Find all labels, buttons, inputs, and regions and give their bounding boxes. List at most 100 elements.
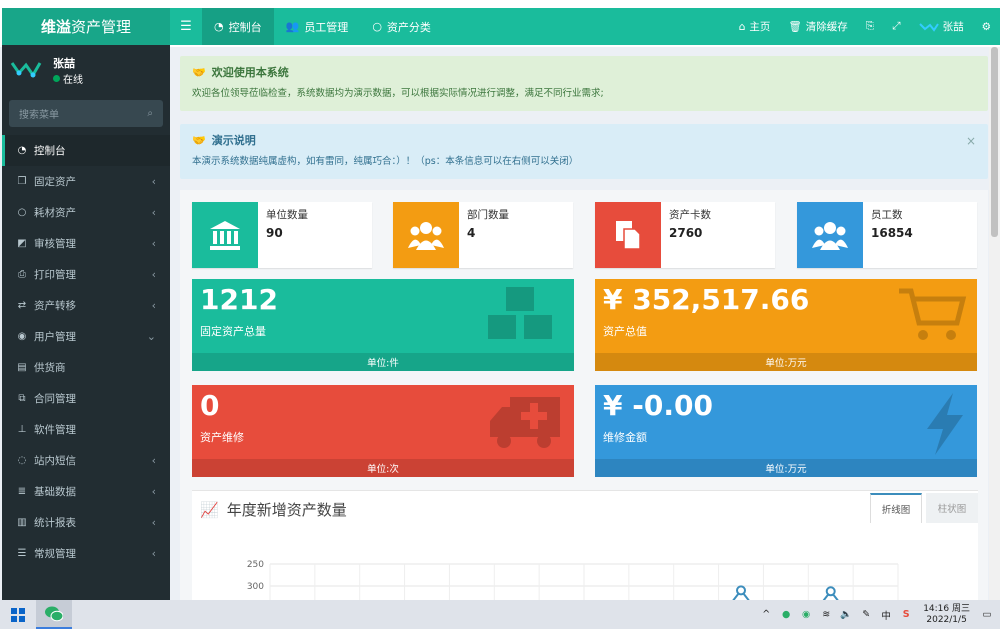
info-value: 4 — [467, 226, 476, 240]
pen-icon[interactable]: ✎ — [859, 609, 873, 620]
asset-card-box: 资产卡数 2760 — [595, 202, 775, 268]
notification-icon[interactable]: ▭ — [980, 609, 994, 620]
handshake-icon: 🤝 — [192, 65, 206, 79]
sidebar-item[interactable]: ⎙ 打印管理 ‹ — [2, 259, 170, 290]
tab-employees[interactable]: 👥 员工管理 — [274, 8, 361, 45]
chevron-icon: ‹ — [151, 454, 156, 467]
info-label: 资产卡数 — [669, 209, 711, 221]
tab-line-chart[interactable]: 折线图 — [870, 493, 922, 523]
ime-indicator[interactable]: 中 — [879, 608, 893, 622]
clock-time: 14:16 周三 — [923, 603, 970, 614]
sidebar-item[interactable]: ≣ 基础数据 ‹ — [2, 476, 170, 507]
trash-icon: 🗑 — [788, 21, 802, 33]
chevron-icon: ‹ — [151, 299, 156, 312]
circle-icon: ○ — [17, 207, 27, 218]
stat-footer: 单位:万元 — [595, 459, 977, 477]
sidebar-item[interactable]: ▤ 供货商 — [2, 352, 170, 383]
chevron-icon: ⌄ — [146, 330, 156, 343]
stat-value: 1212 — [200, 283, 278, 316]
online-status: 在线 — [53, 71, 83, 86]
windows-start-icon[interactable] — [0, 600, 36, 629]
sidebar-item[interactable]: ❒ 固定资产 ‹ — [2, 166, 170, 197]
home-link[interactable]: ⌂ 主页 — [730, 19, 780, 34]
fullscreen-icon[interactable]: ⤢ — [883, 20, 909, 33]
data-point[interactable] — [736, 585, 746, 596]
home-icon: ⌂ — [738, 20, 746, 33]
sidebar-item-label: 供货商 — [34, 362, 66, 374]
chevron-icon: ‹ — [151, 547, 156, 560]
app-brand[interactable]: 维溢 资产管理 — [2, 8, 170, 45]
asset-repair-box[interactable]: 0 资产维修 单位:次 — [192, 385, 574, 477]
stat-value: ¥ -0.00 — [603, 389, 713, 422]
annual-asset-chart: 📈 年度新增资产数量 折线图 柱状图 300 250 — [192, 490, 978, 601]
stat-footer: 单位:万元 — [595, 353, 977, 371]
sidebar-menu: ◔ 控制台 ❒ 固定资产 ‹ ○ 耗材资产 ‹ ◩ 审核管理 ‹ ⎙ 打印管理 ‹ ⇄ 资产转移 ‹ ◉ 用户管理 ⌄… — [2, 135, 170, 569]
briefcase-icon: ▤ — [17, 362, 27, 373]
chevron-icon: ‹ — [151, 206, 156, 219]
close-icon[interactable]: × — [966, 134, 976, 148]
tab-asset-category[interactable]: ○ 资产分类 — [360, 8, 443, 45]
fixed-asset-total-box[interactable]: 1212 固定资产总量 单位:件 — [192, 279, 574, 371]
menu-search-input[interactable]: 搜索菜单 ⌕ — [9, 100, 163, 127]
app-tray-icon[interactable]: ● — [779, 609, 793, 620]
stat-label: 维修金额 — [603, 431, 647, 444]
sidebar-item-label: 控制台 — [34, 145, 66, 157]
tab-dashboard[interactable]: ◔ 控制台 — [202, 8, 274, 45]
wifi-icon[interactable]: ≋ — [819, 609, 833, 620]
sidebar-item[interactable]: ⧉ 合同管理 — [2, 383, 170, 414]
y-tick-label: 250 — [247, 560, 264, 570]
sidebar-item[interactable]: ◌ 站内短信 ‹ — [2, 445, 170, 476]
sidebar-item[interactable]: ⇄ 资产转移 ‹ — [2, 290, 170, 321]
sidebar-item-label: 用户管理 — [34, 331, 76, 343]
user-menu[interactable]: 张喆 — [910, 19, 973, 34]
users-icon — [797, 202, 863, 268]
volume-icon[interactable]: 🔈 — [839, 609, 853, 620]
handshake-icon: 🤝 — [192, 133, 206, 147]
chevron-icon: ‹ — [151, 175, 156, 188]
tab-bar-chart[interactable]: 柱状图 — [926, 493, 978, 523]
clock[interactable]: 14:16 周三 2022/1/5 — [919, 604, 974, 626]
scrollbar-thumb[interactable] — [991, 47, 998, 237]
stat-footer: 单位:次 — [192, 459, 574, 477]
settings-gear-icon[interactable]: ⚙ — [973, 21, 1000, 33]
user-icon: ◉ — [17, 331, 27, 342]
wechat-tray-icon[interactable]: ◉ — [799, 609, 813, 620]
asset-value-box[interactable]: ¥ 352,517.66 资产总值 单位:万元 — [595, 279, 977, 371]
dashboard-icon: ◔ — [214, 20, 224, 33]
sidebar-item[interactable]: ⊥ 软件管理 — [2, 414, 170, 445]
stat-label: 固定资产总量 — [200, 325, 266, 338]
chart-title: 📈 年度新增资产数量 — [200, 499, 347, 520]
stat-footer: 单位:件 — [192, 353, 574, 371]
repair-amount-box[interactable]: ¥ -0.00 维修金额 单位:万元 — [595, 385, 977, 477]
sidebar-item[interactable]: ◔ 控制台 — [2, 135, 170, 166]
sitemap-icon: ⊥ — [17, 424, 27, 435]
users-icon — [393, 202, 459, 268]
chevron-up-icon[interactable]: ^ — [759, 609, 773, 620]
sidebar-item[interactable]: ◩ 审核管理 ‹ — [2, 228, 170, 259]
search-placeholder: 搜索菜单 — [19, 110, 59, 121]
sidebar-item-label: 审核管理 — [34, 238, 76, 250]
line-chart: 300 250 — [247, 560, 899, 601]
sidebar-item[interactable]: ◉ 用户管理 ⌄ — [2, 321, 170, 352]
sogou-icon[interactable]: S — [899, 609, 913, 620]
ambulance-icon — [490, 397, 560, 448]
stat-label: 资产总值 — [603, 325, 647, 338]
translate-icon[interactable]: ⎘ — [857, 20, 883, 33]
avatar — [10, 62, 42, 78]
page-scrollbar[interactable] — [989, 47, 1000, 600]
info-value: 90 — [266, 226, 283, 240]
database-icon: ≣ — [17, 486, 27, 497]
sidebar-item[interactable]: ○ 耗材资产 ‹ — [2, 197, 170, 228]
bolt-icon — [927, 393, 963, 455]
tab-label: 员工管理 — [304, 20, 349, 34]
clear-cache-button[interactable]: 🗑 清除缓存 — [779, 19, 856, 34]
sidebar-item[interactable]: ▥ 统计报表 ‹ — [2, 507, 170, 538]
data-point[interactable] — [825, 586, 836, 597]
sidebar: 张喆 在线 搜索菜单 ⌕ ◔ 控制台 ❒ 固定资产 ‹ ○ 耗材资产 ‹ ◩ 审核管理 ‹ ⎙ 打印管理… — [2, 45, 170, 600]
menu-toggle-icon[interactable]: ☰ — [170, 8, 202, 45]
tab-label: 资产分类 — [386, 20, 431, 34]
circle-icon: ○ — [372, 20, 382, 33]
sidebar-item[interactable]: ☰ 常规管理 ‹ — [2, 538, 170, 569]
search-icon[interactable]: ⌕ — [147, 108, 153, 119]
wechat-taskbar-icon[interactable] — [36, 600, 72, 629]
